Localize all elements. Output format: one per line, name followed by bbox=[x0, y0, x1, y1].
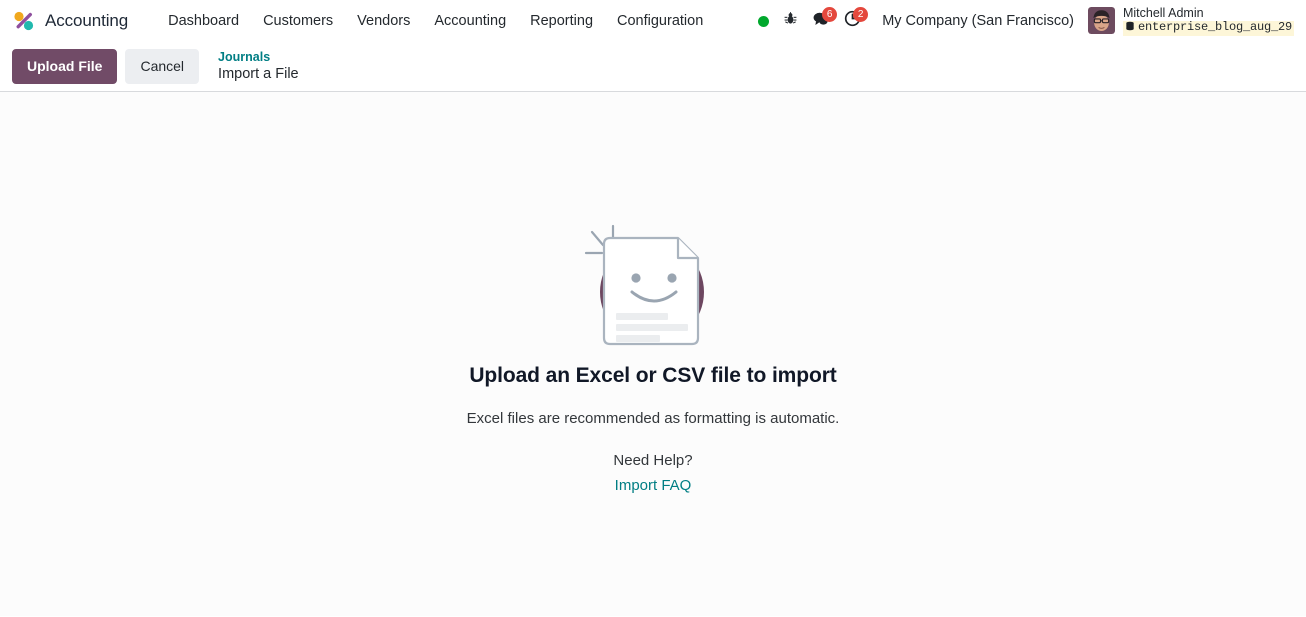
company-switcher[interactable]: My Company (San Francisco) bbox=[868, 13, 1084, 29]
menu-item-vendors[interactable]: Vendors bbox=[345, 7, 422, 35]
breadcrumb-current-page: Import a File bbox=[218, 66, 299, 83]
menu-item-configuration[interactable]: Configuration bbox=[605, 7, 715, 35]
menu-item-customers[interactable]: Customers bbox=[251, 7, 345, 35]
need-help-label: Need Help? bbox=[613, 452, 693, 469]
debug-menu-button[interactable] bbox=[776, 4, 805, 38]
database-icon bbox=[1125, 21, 1135, 36]
user-info: Mitchell Admin enterprise_blog_aug_29 bbox=[1122, 6, 1294, 36]
smiling-document-illustration bbox=[568, 220, 738, 350]
menu-item-reporting[interactable]: Reporting bbox=[518, 7, 605, 35]
menu-item-accounting[interactable]: Accounting bbox=[422, 7, 518, 35]
user-avatar bbox=[1087, 7, 1115, 35]
top-navbar: Accounting Dashboard Customers Vendors A… bbox=[0, 0, 1306, 42]
user-menu-button[interactable]: Mitchell Admin enterprise_blog_aug_29 bbox=[1084, 6, 1294, 36]
upload-file-button[interactable]: Upload File bbox=[12, 49, 118, 84]
green-status-dot-icon bbox=[758, 15, 770, 27]
status-indicator[interactable] bbox=[751, 4, 776, 38]
brand-home-button[interactable]: Accounting bbox=[12, 9, 134, 33]
cancel-button[interactable]: Cancel bbox=[125, 49, 200, 84]
bug-icon bbox=[783, 11, 798, 31]
app-name-label: Accounting bbox=[45, 11, 129, 30]
user-name-label: Mitchell Admin bbox=[1122, 6, 1204, 21]
import-empty-state: Upload an Excel or CSV file to import Ex… bbox=[0, 92, 1306, 616]
odoo-logo-icon bbox=[12, 9, 36, 33]
database-name-label: enterprise_blog_aug_29 bbox=[1122, 20, 1294, 36]
messaging-menu-button[interactable]: 6 bbox=[805, 4, 838, 38]
breadcrumb-item-journals[interactable]: Journals bbox=[218, 50, 299, 66]
breadcrumb: Journals Import a File bbox=[218, 50, 299, 84]
activity-menu-button[interactable]: 2 bbox=[837, 4, 869, 38]
page-title: Upload an Excel or CSV file to import bbox=[469, 364, 837, 387]
database-name-text: enterprise_blog_aug_29 bbox=[1137, 20, 1292, 35]
messaging-counter-badge: 6 bbox=[822, 7, 838, 22]
control-panel: Upload File Cancel Journals Import a Fil… bbox=[0, 42, 1306, 92]
page-subtitle: Excel files are recommended as formattin… bbox=[466, 410, 840, 427]
activity-counter-badge: 2 bbox=[853, 7, 869, 22]
import-faq-link[interactable]: Import FAQ bbox=[615, 477, 692, 494]
systray: 6 2 My Company (San Francisco) Mitchell … bbox=[751, 4, 1296, 38]
menu-item-dashboard[interactable]: Dashboard bbox=[156, 7, 251, 35]
main-menu: Dashboard Customers Vendors Accounting R… bbox=[156, 7, 715, 35]
